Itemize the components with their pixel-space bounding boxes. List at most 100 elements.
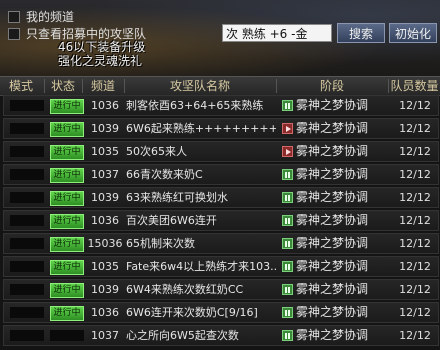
status-badge: 进行中 xyxy=(50,145,84,160)
team-name: Fate来6w4以上熟练才来103... xyxy=(126,260,276,273)
column-status[interactable]: 状态 xyxy=(45,77,81,95)
member-count: 12/12 xyxy=(399,306,431,319)
channel-number: 1035 xyxy=(91,260,119,273)
pause-icon xyxy=(282,261,293,272)
promo-banner-text: 46以下装备升级 强化之灵魂洗礼 xyxy=(58,40,145,68)
mode-indicator xyxy=(10,123,44,134)
team-name: 66青次数来奶C xyxy=(126,168,203,181)
team-name: 百次美团6W6连开 xyxy=(126,214,217,227)
status-badge: 进行中 xyxy=(50,237,84,252)
channel-number: 1036 xyxy=(91,306,119,319)
search-button[interactable]: 搜索 xyxy=(337,23,385,43)
phase-name: 雾神之梦协调 xyxy=(296,328,369,342)
member-count: 12/12 xyxy=(399,214,431,227)
team-row[interactable]: 进行中 1039 6W4来熟练次数红奶CC 雾神之梦协调 12/12 xyxy=(3,279,439,300)
status-badge: 进行中 xyxy=(50,122,84,137)
phase-name: 雾神之梦协调 xyxy=(296,282,369,296)
phase-name: 雾神之梦协调 xyxy=(296,144,369,158)
team-name: 6W6起来熟练+++++++++++++ xyxy=(126,122,276,135)
pause-icon xyxy=(282,307,293,318)
phase-name: 雾神之梦协调 xyxy=(296,259,369,273)
search-input[interactable] xyxy=(222,24,332,42)
team-row[interactable]: 1037 心之所向6W5起查次数 雾神之梦协调 12/12 xyxy=(3,325,439,346)
team-row[interactable]: 进行中 1036 6W6连开来次数奶C[9/16] 雾神之梦协调 12/12 xyxy=(3,302,439,323)
channel-number: 1039 xyxy=(91,191,119,204)
phase-name: 雾神之梦协调 xyxy=(296,305,369,319)
team-row[interactable]: 进行中 1039 63来熟练红可换划水 雾神之梦协调 12/12 xyxy=(3,187,439,208)
team-list: 进行中 1036 刺客依酉63+64+65来熟练 雾神之梦协调 12/12 进行… xyxy=(0,95,440,348)
member-count: 12/12 xyxy=(399,99,431,112)
team-row[interactable]: 进行中 1039 6W6起来熟练+++++++++++++ 雾神之梦协调 12/… xyxy=(3,118,439,139)
team-row[interactable]: 进行中 1035 50次65来人 雾神之梦协调 12/12 xyxy=(3,141,439,162)
mode-indicator xyxy=(10,307,44,318)
pause-icon xyxy=(282,215,293,226)
pause-icon xyxy=(282,100,293,111)
status-badge: 进行中 xyxy=(50,191,84,206)
phase-name: 雾神之梦协调 xyxy=(296,167,369,181)
mode-indicator xyxy=(10,192,44,203)
column-phase[interactable]: 阶段 xyxy=(277,77,387,95)
team-name: 心之所向6W5起查次数 xyxy=(126,329,239,342)
team-row[interactable]: 进行中 1036 刺客依酉63+64+65来熟练 雾神之梦协调 12/12 xyxy=(3,95,439,116)
member-count: 12/12 xyxy=(399,122,431,135)
mode-indicator xyxy=(10,238,44,249)
team-row[interactable]: 进行中 1035 Fate来6w4以上熟练才来103... 雾神之梦协调 12/… xyxy=(3,256,439,277)
channel-number: 15036 xyxy=(87,237,123,250)
channel-number: 1036 xyxy=(91,214,119,227)
status-indicator xyxy=(50,330,84,341)
team-name: 65机制来次数 xyxy=(126,237,195,250)
status-badge: 进行中 xyxy=(50,214,84,229)
my-channel-label: 我的频道 xyxy=(26,10,75,24)
member-count: 12/12 xyxy=(399,168,431,181)
my-channel-filter[interactable]: 我的频道 xyxy=(8,8,74,25)
team-name: 6W6连开来次数奶C[9/16] xyxy=(126,306,258,319)
recruiting-only-checkbox[interactable] xyxy=(8,27,20,40)
team-row[interactable]: 进行中 15036 65机制来次数 雾神之梦协调 12/12 xyxy=(3,233,439,254)
pause-icon xyxy=(282,192,293,203)
mode-indicator xyxy=(10,100,44,111)
mode-indicator xyxy=(10,261,44,272)
mode-indicator xyxy=(10,215,44,226)
my-channel-checkbox[interactable] xyxy=(8,10,20,23)
team-name: 50次65来人 xyxy=(126,145,187,158)
mode-indicator xyxy=(10,146,44,157)
pause-icon xyxy=(282,284,293,295)
channel-number: 1037 xyxy=(91,329,119,342)
column-members[interactable]: 队员数量 xyxy=(389,77,440,95)
mode-indicator xyxy=(10,169,44,180)
channel-number: 1035 xyxy=(91,145,119,158)
team-name: 6W4来熟练次数红奶CC xyxy=(126,283,244,296)
reset-button[interactable]: 初始化 xyxy=(389,23,437,43)
promo-line-2: 强化之灵魂洗礼 xyxy=(58,54,143,68)
member-count: 12/12 xyxy=(399,283,431,296)
member-count: 12/12 xyxy=(399,329,431,342)
status-badge: 进行中 xyxy=(50,306,84,321)
promo-line-1: 46以下装备升级 xyxy=(58,40,146,54)
phase-name: 雾神之梦协调 xyxy=(296,236,369,250)
column-mode[interactable]: 模式 xyxy=(0,77,42,95)
phase-name: 雾神之梦协调 xyxy=(296,121,369,135)
pause-icon xyxy=(282,169,293,180)
channel-number: 1039 xyxy=(91,283,119,296)
table-header: 模式 状态 频道 攻坚队名称 阶段 队员数量 xyxy=(0,76,440,96)
top-banner-area: 我的频道 只查看招募中的攻坚队 46以下装备升级 强化之灵魂洗礼 搜索 初始化 xyxy=(0,0,440,76)
phase-name: 雾神之梦协调 xyxy=(296,98,369,112)
channel-number: 1037 xyxy=(91,168,119,181)
member-count: 12/12 xyxy=(399,191,431,204)
mode-indicator xyxy=(10,330,44,341)
team-row[interactable]: 进行中 1036 百次美团6W6连开 雾神之梦协调 12/12 xyxy=(3,210,439,231)
member-count: 12/12 xyxy=(399,260,431,273)
column-team-name[interactable]: 攻坚队名称 xyxy=(125,77,275,95)
team-name: 刺客依酉63+64+65来熟练 xyxy=(126,99,264,112)
channel-number: 1039 xyxy=(91,122,119,135)
member-count: 12/12 xyxy=(399,145,431,158)
team-row[interactable]: 进行中 1037 66青次数来奶C 雾神之梦协调 12/12 xyxy=(3,164,439,185)
pause-icon xyxy=(282,330,293,341)
phase-name: 雾神之梦协调 xyxy=(296,190,369,204)
status-badge: 进行中 xyxy=(50,283,84,298)
channel-number: 1036 xyxy=(91,99,119,112)
column-channel[interactable]: 频道 xyxy=(83,77,123,95)
status-badge: 进行中 xyxy=(50,99,84,114)
team-name: 63来熟练红可换划水 xyxy=(126,191,228,204)
status-badge: 进行中 xyxy=(50,260,84,275)
